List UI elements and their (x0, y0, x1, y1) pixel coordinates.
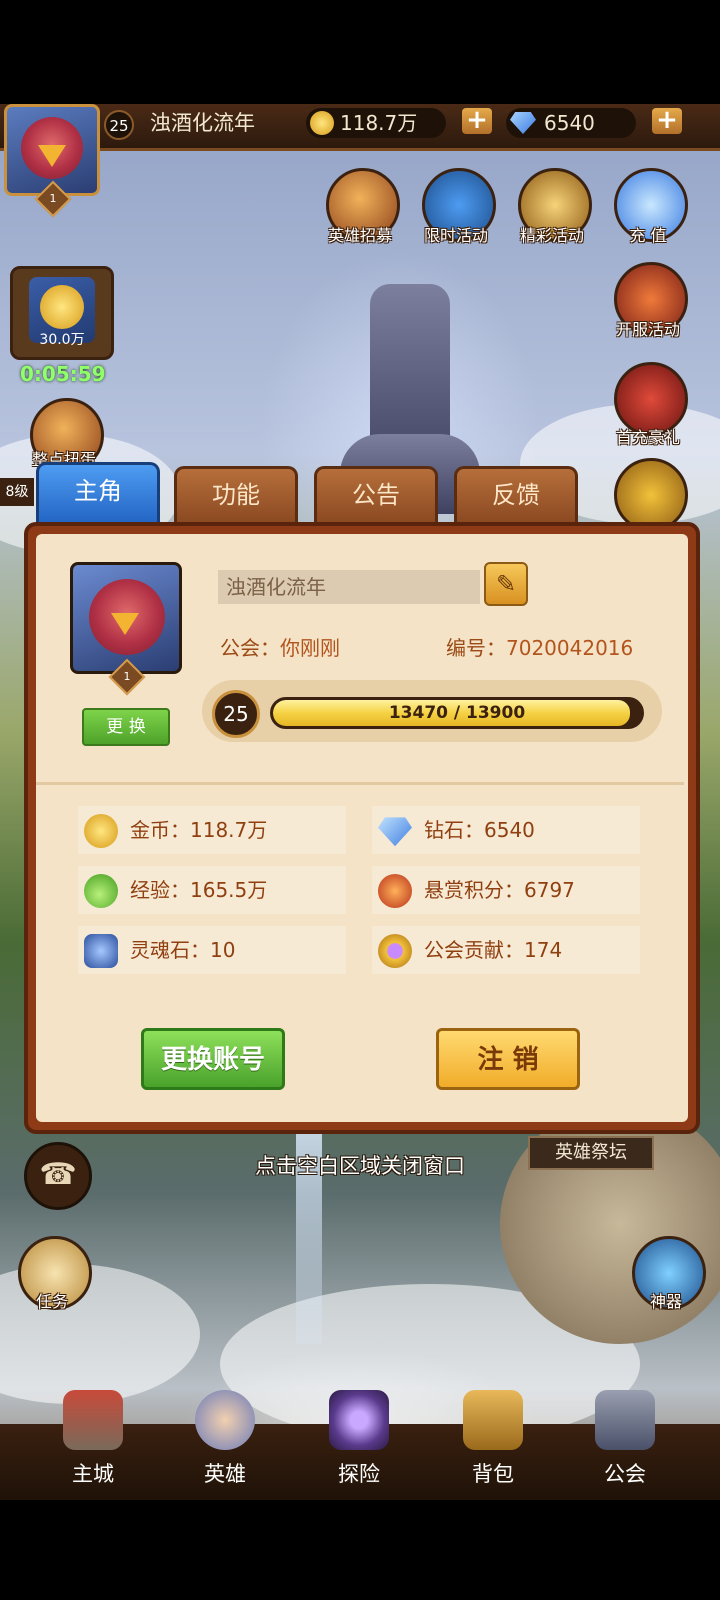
gift-box-icon[interactable] (614, 458, 688, 532)
level-tag: 8级 (0, 478, 34, 506)
gold-coin-icon (310, 111, 334, 135)
tab-protagonist[interactable]: 主角 (36, 462, 160, 522)
stat-bounty-points: 悬赏积分：6797 (372, 866, 640, 914)
gift-amount: 30.0万 (39, 332, 85, 348)
change-avatar-button[interactable]: 更 换 (82, 708, 170, 746)
switch-account-button[interactable]: 更换账号 (141, 1028, 285, 1090)
stat-diamond: 钻石：6540 (372, 806, 640, 854)
nav-backpack[interactable]: 背包 (438, 1390, 548, 1490)
id-value: 7020042016 (506, 636, 634, 660)
nav-main-city[interactable]: 主城 (38, 1390, 148, 1490)
server-event-label: 开服活动 (615, 320, 680, 339)
diamond-icon (510, 112, 536, 134)
add-diamond-button[interactable]: + (652, 107, 682, 134)
hero-icon (195, 1390, 255, 1450)
edit-name-button[interactable]: ✎ (484, 562, 528, 606)
limited-event-label: 限时活动 (423, 226, 488, 245)
guild-label: 公会： (220, 636, 280, 660)
explore-portal-icon (329, 1390, 389, 1450)
xp-text: 13470 / 13900 (388, 703, 526, 723)
player-level-indicator: 25 (212, 690, 260, 738)
stat-value: 165.5万 (190, 878, 268, 902)
section-divider (36, 782, 684, 785)
stat-gold: 金币：118.7万 (78, 806, 346, 854)
stat-label: 钻石： (424, 818, 484, 842)
stat-value: 6540 (484, 818, 535, 842)
stat-value: 6797 (524, 878, 575, 902)
id-label: 编号： (446, 636, 506, 660)
hero-altar-label[interactable]: 英雄祭坛 (528, 1136, 654, 1170)
artifact-label: 神器 (649, 1292, 682, 1311)
player-name-top: 浊酒化流年 (150, 111, 255, 135)
potion-icon (84, 874, 118, 908)
backpack-icon (463, 1390, 523, 1450)
player-name-field[interactable]: 浊酒化流年 (218, 570, 480, 604)
stat-label: 悬赏积分： (424, 878, 524, 902)
logout-button[interactable]: 注 销 (436, 1028, 580, 1090)
guild-info: 公会：你刚刚 (220, 632, 340, 661)
stat-experience: 经验：165.5万 (78, 866, 346, 914)
hero-recruit-label: 英雄招募 (327, 226, 392, 245)
stat-label: 公会贡献： (424, 938, 524, 962)
nav-heroes[interactable]: 英雄 (170, 1390, 280, 1490)
bounty-badge-icon (378, 874, 412, 908)
guild-medal-icon (378, 934, 412, 968)
guild-value: 你刚刚 (280, 636, 340, 660)
quest-label: 任务 (35, 1292, 68, 1311)
guild-castle-icon (595, 1390, 655, 1450)
stat-value: 118.7万 (190, 818, 268, 842)
tab-announcements[interactable]: 公告 (314, 466, 438, 522)
stat-value: 10 (210, 938, 236, 962)
profile-avatar[interactable] (70, 562, 182, 674)
nav-guild[interactable]: 公会 (570, 1390, 680, 1490)
diamond-icon (378, 817, 412, 847)
nav-explore[interactable]: 探险 (304, 1390, 414, 1490)
diamond-amount: 6540 (544, 111, 595, 135)
first-recharge-label: 首充豪礼 (615, 428, 680, 447)
player-level-circle: 25 (104, 110, 134, 140)
soul-stone-icon (84, 934, 118, 968)
events-label: 精彩活动 (519, 226, 584, 245)
stat-value: 174 (524, 938, 563, 962)
quill-icon: ✎ (495, 570, 517, 598)
gold-coin-icon (84, 814, 118, 848)
recharge-label: 充 值 (629, 226, 667, 245)
add-gold-button[interactable]: + (462, 107, 492, 134)
gift-timer: 0:05:59 (20, 362, 106, 386)
gift-widget[interactable]: 30.0万 (10, 266, 114, 360)
gold-amount: 118.7万 (340, 111, 418, 135)
stat-label: 金币： (130, 818, 190, 842)
stat-guild-contribution: 公会贡献：174 (372, 926, 640, 974)
gold-chip: 118.7万 (306, 108, 446, 138)
stat-soul-stone: 灵魂石：10 (78, 926, 346, 974)
diamond-chip: 6540 (506, 108, 636, 138)
chat-icon[interactable]: ☎ (24, 1142, 92, 1210)
tab-functions[interactable]: 功能 (174, 466, 298, 522)
id-info: 编号：7020042016 (446, 632, 633, 661)
tab-feedback[interactable]: 反馈 (454, 466, 578, 522)
stat-label: 灵魂石： (130, 938, 210, 962)
main-city-icon (63, 1390, 123, 1450)
stat-label: 经验： (130, 878, 190, 902)
